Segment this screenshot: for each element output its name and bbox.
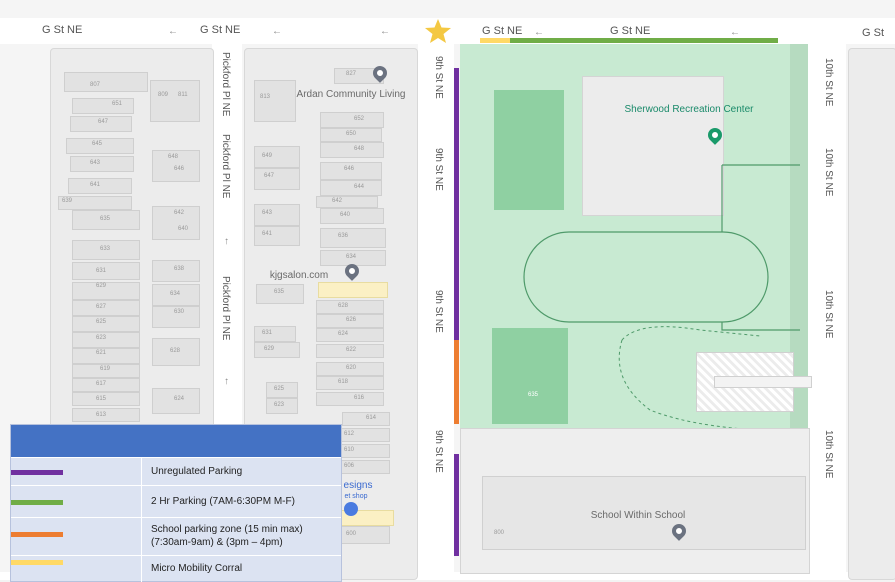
g-street-label: G St	[862, 27, 885, 39]
tenth-street-label: 10th St NE	[823, 290, 834, 339]
ninth-street-label: 9th St NE	[433, 148, 444, 191]
school-number: 800	[494, 530, 505, 536]
unregulated-parking-line-2	[454, 454, 459, 556]
ninth-street-label: 9th St NE	[433, 430, 444, 473]
one-way-arrow-icon: ←	[730, 27, 740, 38]
unregulated-parking-line	[454, 68, 459, 340]
legend-swatch-cell	[11, 486, 142, 518]
legend-swatch-cell	[11, 458, 142, 486]
legend-item: Unregulated Parking	[11, 457, 341, 486]
ninth-street-label: 9th St NE	[433, 290, 444, 333]
shop-icon[interactable]	[344, 502, 358, 516]
park-path	[721, 164, 800, 232]
ninth-street-label: 9th St NE	[433, 56, 444, 99]
one-way-arrow-icon: ←	[534, 27, 544, 38]
kjg-label[interactable]: kjgsalon.com	[254, 270, 344, 281]
pickford-label: Pickford Pl NE	[220, 276, 231, 341]
micro-mobility-corral	[480, 38, 510, 43]
pickford-label: Pickford Pl NE	[220, 52, 231, 117]
legend-header	[11, 425, 341, 457]
two-hour-swatch	[11, 500, 63, 505]
two-hour-parking-line	[482, 38, 778, 43]
legend-label: 2 Hr Parking (7AM-6:30PM M-F)	[151, 496, 295, 507]
legend-item: Micro Mobility Corral	[11, 555, 341, 582]
one-way-arrow-icon: ←	[168, 26, 178, 37]
legend-label: Micro Mobility Corral	[151, 563, 243, 574]
pickford-label: Pickford Pl NE	[220, 134, 231, 199]
corral-swatch	[11, 560, 63, 565]
legend-swatch-cell	[11, 518, 142, 556]
ardan-label[interactable]: Ardan Community Living	[292, 89, 410, 100]
park-number: 635	[528, 392, 539, 398]
g-street-label: G St NE	[200, 24, 241, 36]
legend-label: School parking zone (15 min max) (7:30am…	[151, 524, 303, 548]
g-street-label: G St NE	[482, 25, 523, 37]
legend: Unregulated Parking 2 Hr Parking (7AM-6:…	[10, 424, 342, 582]
tenth-street-label: 10th St NE	[823, 148, 834, 197]
park-path	[721, 322, 800, 331]
map[interactable]: 807 651 647 645 643 641 639 635 633 631 …	[0, 0, 895, 582]
g-street-label: G St NE	[610, 25, 651, 37]
legend-item: 2 Hr Parking (7AM-6:30PM M-F)	[11, 485, 341, 518]
school-label[interactable]: School Within School	[572, 510, 704, 521]
running-track	[523, 231, 769, 323]
tenth-street-label: 10th St NE	[823, 58, 834, 107]
one-way-arrow-icon: ↑	[224, 236, 229, 247]
unregulated-swatch	[11, 470, 63, 475]
designs-label[interactable]: esigns	[340, 480, 376, 491]
legend-swatch-cell	[11, 556, 142, 582]
school-swatch	[11, 532, 63, 537]
g-street-label: G St NE	[42, 24, 83, 36]
legend-label: Unregulated Parking	[151, 466, 243, 477]
tenth-street-label: 10th St NE	[823, 430, 834, 479]
dashed-path	[618, 326, 801, 433]
school-parking-line	[454, 340, 459, 424]
designs-sub-label: et shop	[344, 493, 368, 500]
sherwood-label[interactable]: Sherwood Recreation Center	[624, 104, 754, 115]
one-way-arrow-icon: ↑	[224, 376, 229, 387]
one-way-arrow-icon: ←	[272, 26, 282, 37]
star-icon[interactable]	[424, 18, 452, 44]
legend-item: School parking zone (15 min max) (7:30am…	[11, 517, 341, 556]
one-way-arrow-icon: ←	[380, 26, 390, 37]
